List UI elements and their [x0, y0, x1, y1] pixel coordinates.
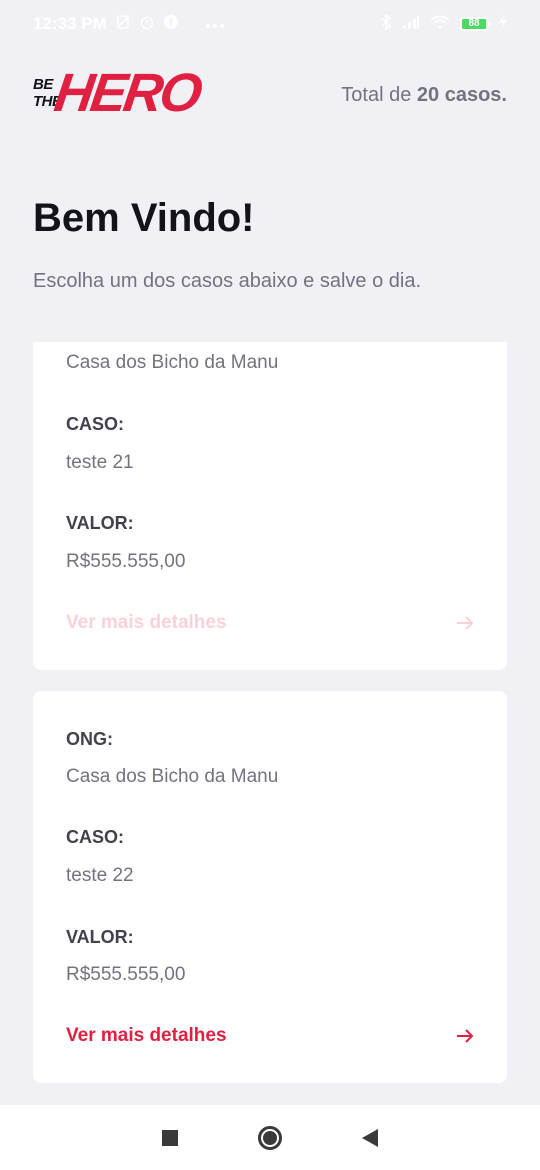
arrow-right-icon	[457, 1029, 474, 1043]
wifi-icon	[430, 14, 450, 34]
battery-icon: 88	[460, 17, 491, 31]
logo-be: BE	[33, 76, 53, 93]
be-the-hero-logo: BE THE HERO	[33, 63, 203, 124]
valor-label: VALOR:	[66, 927, 134, 947]
logo-hero: HERO	[50, 63, 204, 123]
system-nav-bar	[0, 1105, 540, 1170]
status-time: 12:33 PM	[33, 14, 107, 33]
back-icon[interactable]	[362, 1128, 378, 1147]
svg-text:f: f	[169, 17, 173, 29]
valor-label: VALOR:	[66, 513, 134, 533]
total-cases: Total de 20 casos.	[341, 84, 507, 107]
header: BE THE HERO Total de 20 casos.	[33, 63, 507, 124]
status-right: 88	[380, 13, 508, 35]
ong-value: Casa dos Bicho da Manu	[66, 766, 279, 787]
caso-value: teste 21	[66, 452, 134, 473]
caso-value: teste 22	[66, 865, 134, 886]
incident-card: ONG: Casa dos Bicho da Manu CASO: teste …	[33, 691, 507, 1083]
total-value: 20 casos.	[416, 83, 507, 106]
facebook-icon: f	[163, 14, 179, 35]
valor-value: R$555.555,00	[66, 551, 186, 572]
details-label: Ver mais detalhes	[66, 612, 227, 633]
arrow-right-icon	[457, 616, 474, 630]
details-button[interactable]: Ver mais detalhes	[66, 1021, 474, 1051]
home-icon[interactable]	[258, 1125, 282, 1150]
page-description: Escolha um dos casos abaixo e salve o di…	[33, 270, 421, 292]
page-title: Bem Vindo!	[33, 196, 255, 240]
more-dots-icon	[205, 14, 225, 34]
recent-apps-icon[interactable]	[162, 1129, 178, 1146]
status-bar: 12:33 PM f 88	[0, 0, 540, 48]
no-sim-icon	[115, 14, 131, 35]
charging-icon	[498, 14, 508, 34]
valor-value: R$555.555,00	[66, 964, 186, 985]
caso-label: CASO:	[66, 414, 124, 434]
signal-icon	[402, 14, 420, 34]
ong-label: ONG:	[66, 729, 113, 749]
incident-card: Casa dos Bicho da Manu CASO: teste 21 VA…	[33, 342, 507, 670]
ong-value: Casa dos Bicho da Manu	[66, 352, 279, 373]
bluetooth-icon	[380, 13, 392, 35]
total-prefix: Total de	[341, 83, 412, 106]
details-label: Ver mais detalhes	[66, 1025, 227, 1046]
status-left: 12:33 PM f	[33, 14, 225, 35]
details-button[interactable]: Ver mais detalhes	[66, 608, 474, 638]
caso-label: CASO:	[66, 827, 124, 847]
alarm-icon	[139, 14, 155, 35]
